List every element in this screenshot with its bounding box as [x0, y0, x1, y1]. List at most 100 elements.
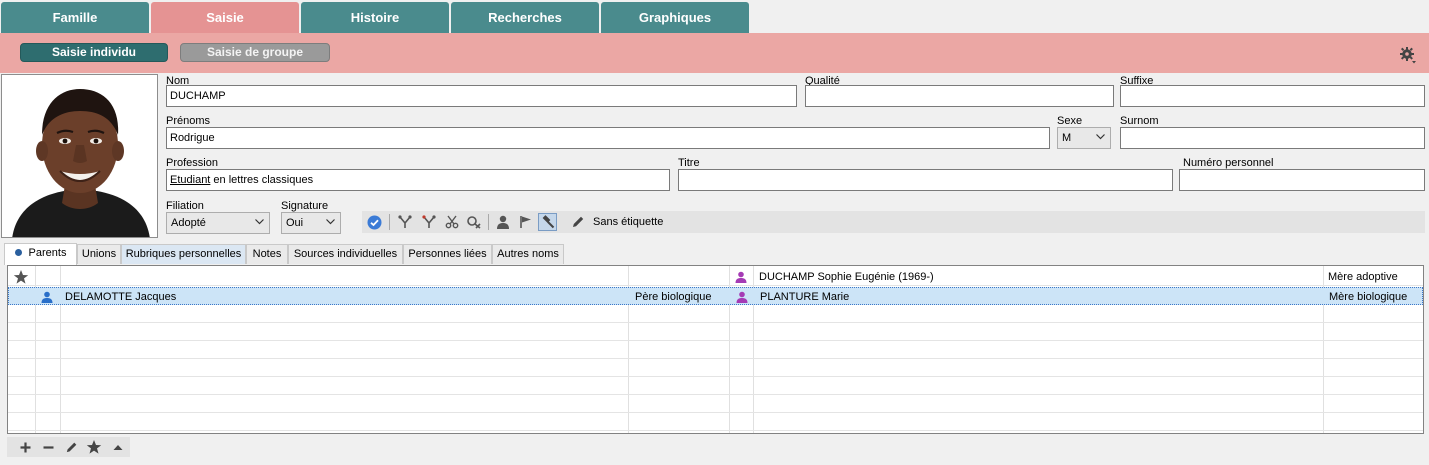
mother-name: PLANTURE Marie — [760, 291, 850, 303]
star-icon — [86, 440, 102, 454]
profession-underlined-word: Etudiant — [170, 174, 211, 186]
mother-role: Mère biologique — [1329, 291, 1408, 303]
branch-red-icon — [421, 215, 436, 228]
caret-up-icon — [113, 444, 123, 450]
table-row[interactable]: DUCHAMP Sophie Eugénie (1969-) Mère adop… — [8, 268, 1423, 286]
scissors-icon — [445, 215, 458, 229]
table-row-empty — [8, 359, 1423, 377]
nom-field[interactable]: DUCHAMP — [166, 85, 797, 107]
numero-field[interactable] — [1179, 169, 1425, 191]
tab-recherches[interactable]: Recherches — [451, 2, 599, 33]
add-button[interactable] — [16, 439, 34, 455]
check-circle-icon — [367, 215, 382, 229]
signature-label: Signature — [281, 200, 329, 212]
sexe-select[interactable]: M — [1057, 127, 1111, 149]
father-role: Père biologique — [635, 291, 712, 303]
hammer-icon — [542, 215, 554, 229]
profession-rest: en lettres classiques — [210, 174, 314, 186]
favorite-button[interactable] — [85, 439, 103, 455]
male-person-icon — [41, 291, 53, 303]
person-icon — [496, 215, 509, 229]
prenoms-field[interactable]: Rodrigue — [166, 127, 1050, 149]
main-tab-bar: Famille Saisie Histoire Recherches Graph… — [0, 0, 1429, 33]
edit-tag-button[interactable] — [568, 213, 587, 231]
suffixe-field[interactable] — [1120, 85, 1425, 107]
table-row-empty — [8, 377, 1423, 395]
move-up-button[interactable] — [109, 439, 127, 455]
numero-label: Numéro personnel — [1183, 157, 1274, 169]
remove-button[interactable] — [39, 439, 57, 455]
tab-famille[interactable]: Famille — [1, 2, 149, 33]
tab-rubriques-personnelles[interactable]: Rubriques personnelles — [121, 244, 246, 264]
filiation-select[interactable]: Adopté — [166, 212, 270, 234]
validate-button[interactable] — [365, 213, 384, 231]
father-role — [634, 268, 726, 286]
group-entry-button[interactable]: Saisie de groupe — [180, 43, 330, 62]
tab-notes[interactable]: Notes — [246, 244, 288, 264]
female-person-icon — [735, 271, 747, 283]
chevron-down-icon — [255, 219, 264, 225]
person-button[interactable] — [493, 213, 512, 231]
parents-table: DUCHAMP Sophie Eugénie (1969-) Mère adop… — [7, 265, 1424, 434]
female-person-icon — [736, 291, 748, 303]
mother-name: DUCHAMP Sophie Eugénie (1969-) — [759, 271, 934, 283]
father-name: DELAMOTTE Jacques — [65, 291, 177, 303]
filiation-label: Filiation — [166, 200, 204, 212]
tab-parents[interactable]: Parents — [4, 243, 77, 265]
tab-graphiques[interactable]: Graphiques — [601, 2, 749, 33]
sexe-value: M — [1062, 132, 1072, 144]
individual-entry-button[interactable]: Saisie individu — [20, 43, 168, 62]
tab-parents-label: Parents — [28, 247, 67, 259]
father-name — [64, 268, 624, 286]
star-icon[interactable] — [13, 269, 29, 285]
plus-icon — [20, 442, 30, 452]
chevron-down-icon — [326, 219, 335, 225]
signature-value: Oui — [286, 217, 304, 229]
tab-histoire[interactable]: Histoire — [301, 2, 449, 33]
tag-label: Sans étiquette — [593, 216, 664, 228]
link-parents-button[interactable] — [395, 213, 414, 231]
titre-label: Titre — [678, 157, 700, 169]
minus-icon — [43, 445, 53, 449]
flag-icon — [519, 216, 531, 228]
surnom-label: Surnom — [1120, 115, 1159, 127]
tab-unions[interactable]: Unions — [77, 244, 121, 264]
table-row[interactable]: DELAMOTTE Jacques Père biologique PLANTU… — [8, 287, 1423, 305]
mother-role: Mère adoptive — [1328, 271, 1398, 283]
link-parents-alt-button[interactable] — [419, 213, 438, 231]
edit-button[interactable] — [62, 439, 80, 455]
pencil-icon — [66, 442, 76, 452]
tab-sources-individuelles[interactable]: Sources individuelles — [288, 244, 403, 264]
chevron-down-icon — [1096, 134, 1105, 140]
titre-field[interactable] — [678, 169, 1173, 191]
table-actions-bar — [7, 437, 130, 457]
portrait-photo[interactable] — [1, 74, 158, 238]
gear-icon[interactable] — [1399, 46, 1417, 64]
cut-link-button[interactable] — [442, 213, 461, 231]
tab-autres-noms[interactable]: Autres noms — [492, 244, 564, 264]
qualite-field[interactable] — [805, 85, 1114, 107]
sexe-label: Sexe — [1057, 115, 1083, 127]
table-row-empty — [8, 395, 1423, 413]
profession-field[interactable]: Etudiant en lettres classiques — [166, 169, 670, 191]
unlink-icon — [467, 216, 481, 229]
branch-icon — [397, 215, 412, 228]
tab-personnes-liees[interactable]: Personnes liées — [403, 244, 492, 264]
mode-bar: Saisie individu Saisie de groupe — [0, 33, 1429, 73]
prenoms-label: Prénoms — [166, 115, 211, 127]
table-row-empty — [8, 341, 1423, 359]
table-row-empty — [8, 413, 1423, 431]
dot-icon — [14, 249, 22, 256]
filiation-value: Adopté — [171, 217, 206, 229]
table-row-empty — [8, 305, 1423, 323]
signature-select[interactable]: Oui — [281, 212, 341, 234]
pencil-icon — [572, 216, 583, 227]
profession-label: Profession — [166, 157, 218, 169]
surnom-field[interactable] — [1120, 127, 1425, 149]
hammer-button[interactable] — [538, 213, 557, 231]
table-row-empty — [8, 323, 1423, 341]
individual-toolbar: Sans étiquette — [362, 211, 1425, 233]
unlink-button[interactable] — [464, 213, 483, 231]
tab-saisie[interactable]: Saisie — [151, 2, 299, 33]
flag-button[interactable] — [516, 213, 535, 231]
